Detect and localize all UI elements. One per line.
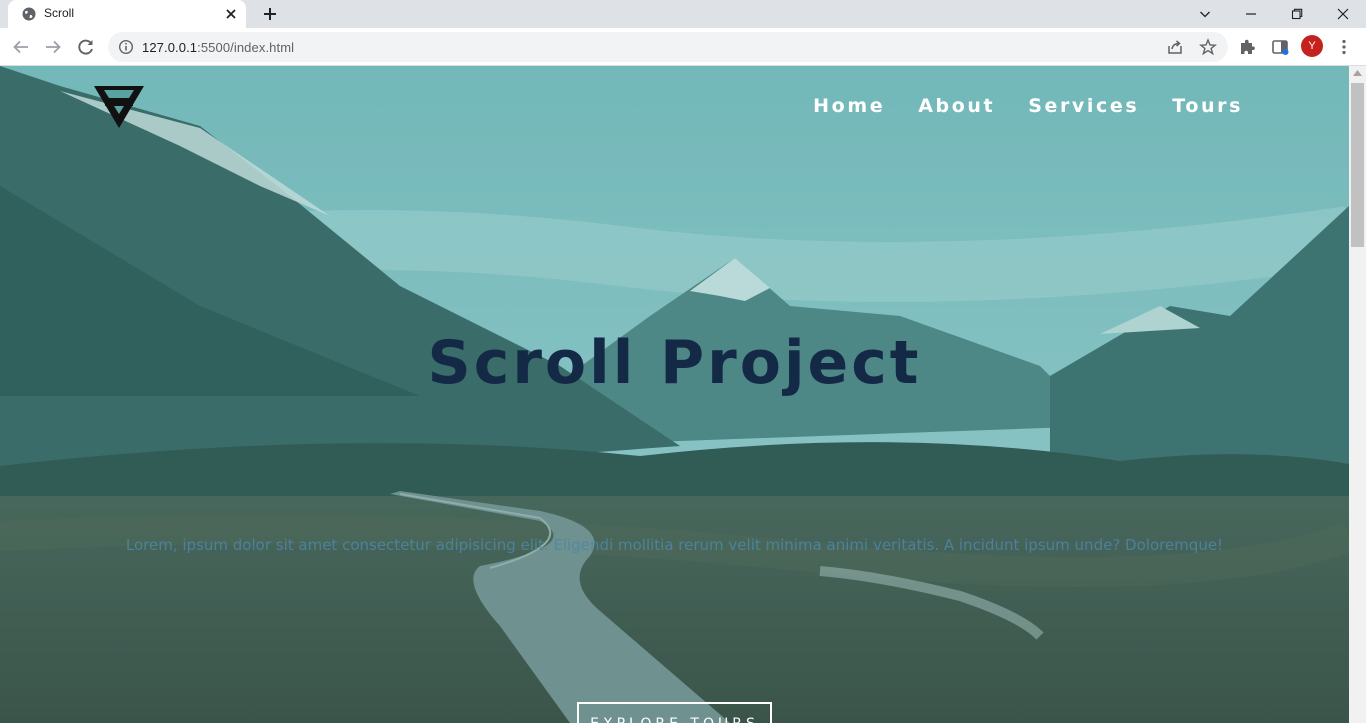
tab-search-button[interactable] [1182, 0, 1228, 28]
url-host: 127.0.0.1 [142, 40, 198, 55]
reload-icon[interactable] [75, 36, 97, 58]
close-window-button[interactable] [1320, 0, 1366, 28]
site-logo[interactable] [92, 84, 146, 130]
star-icon[interactable] [1199, 38, 1217, 56]
browser-tab[interactable]: Scroll [8, 0, 246, 28]
info-icon[interactable] [118, 39, 134, 55]
page-viewport: Home About Services Tours Scroll Project… [0, 66, 1349, 723]
hero-text: Lorem, ipsum dolor sit amet consectetur … [125, 536, 1224, 554]
nav-about[interactable]: About [918, 95, 995, 117]
kebab-menu-icon[interactable] [1334, 37, 1354, 57]
plus-icon[interactable] [259, 3, 281, 25]
coding-logo-icon [94, 86, 144, 128]
restore-button[interactable] [1274, 0, 1320, 28]
restore-icon [1291, 8, 1303, 20]
globe-icon [22, 7, 36, 21]
close-icon[interactable] [222, 5, 240, 23]
tab-strip: Scroll [0, 0, 1366, 28]
nav-services[interactable]: Services [1028, 95, 1139, 117]
minimize-icon [1246, 13, 1256, 15]
back-arrow-icon[interactable] [10, 36, 32, 58]
hero-title: Scroll Project [427, 328, 922, 398]
scrollbar-thumb[interactable] [1351, 83, 1364, 247]
forward-arrow-icon[interactable] [42, 36, 64, 58]
main-nav: Home About Services Tours [813, 95, 1243, 117]
url-path: :5500/index.html [197, 40, 295, 55]
scroll-up-icon[interactable] [1353, 70, 1362, 76]
address-bar[interactable]: 127.0.0.1:5500/index.html [108, 32, 1228, 62]
close-icon [1337, 8, 1349, 20]
side-panel-icon[interactable] [1270, 37, 1290, 57]
chevron-down-icon [1200, 11, 1210, 18]
profile-avatar[interactable]: Y [1301, 35, 1323, 57]
url-text[interactable]: 127.0.0.1:5500/index.html [142, 40, 294, 55]
nav-home[interactable]: Home [813, 95, 885, 117]
page-scrollbar[interactable] [1349, 66, 1366, 723]
tab-title: Scroll [44, 6, 75, 20]
puzzle-icon[interactable] [1238, 37, 1258, 57]
browser-toolbar: 127.0.0.1:5500/index.html [0, 28, 1366, 66]
share-icon[interactable] [1166, 38, 1184, 56]
nav-tours[interactable]: Tours [1172, 95, 1243, 117]
minimize-button[interactable] [1228, 0, 1274, 28]
explore-tours-button[interactable]: EXPLORE TOURS [577, 702, 772, 723]
